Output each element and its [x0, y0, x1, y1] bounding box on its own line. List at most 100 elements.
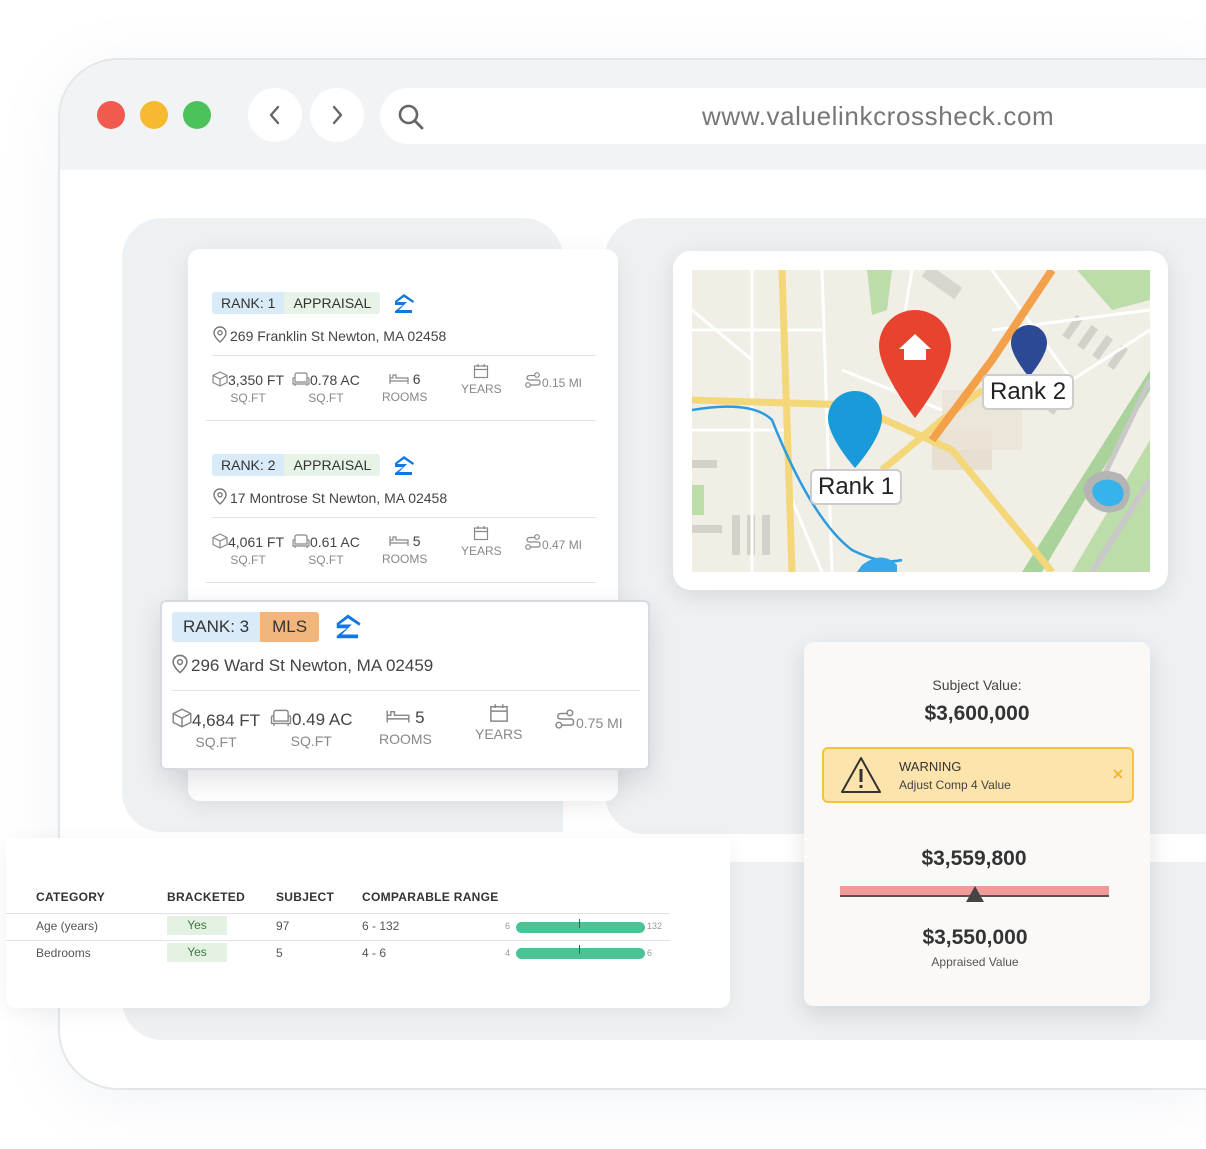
zillow-logo-icon — [395, 294, 414, 313]
comparable-listing[interactable]: RANK: 1 APPRAISAL 269 Franklin St Newton,… — [212, 292, 596, 420]
comparable-listing[interactable]: RANK: 2 APPRAISAL 17 Montrose St Newton, … — [212, 454, 596, 582]
rank-badge: RANK: 1 — [212, 292, 285, 314]
stat-rooms: 5 ROOMS — [379, 708, 432, 747]
calendar-icon — [489, 704, 508, 722]
rank-2-pin-icon[interactable] — [1010, 324, 1048, 378]
stat-rooms: 5 ROOMS — [382, 533, 428, 566]
zillow-logo-icon — [336, 614, 361, 639]
back-button[interactable] — [248, 88, 302, 142]
chevron-left-icon — [269, 105, 280, 125]
warning-alert: WARNING Adjust Comp 4 Value — [822, 747, 1134, 803]
rank-1-map-label: Rank 1 — [810, 469, 903, 505]
listing-address: 296 Ward St Newton, MA 02459 — [191, 656, 434, 675]
valuation-card: Subject Value: $3,600,000 WARNING Adjust… — [804, 642, 1150, 1006]
subject-home-pin-icon[interactable] — [877, 308, 953, 420]
range-min: 4 — [505, 948, 511, 958]
column-header-bracketed: BRACKETED — [167, 890, 246, 904]
calendar-icon — [474, 364, 489, 379]
subject-tick — [579, 945, 580, 954]
stat-sqft: 4,684 FT SQ.FT — [172, 708, 260, 750]
row-range: 4 - 6 — [362, 946, 387, 960]
source-badge: APPRAISAL — [284, 292, 381, 314]
warning-icon — [841, 757, 881, 793]
route-icon — [555, 709, 575, 729]
range-max: 132 — [647, 921, 663, 931]
warning-title: WARNING — [899, 759, 962, 774]
url-text: www.valuelinkcrossheck.com — [702, 101, 1055, 131]
listing-address: 17 Montrose St Newton, MA 02458 — [230, 490, 448, 506]
map-view[interactable]: Rank 1 Rank 2 — [692, 270, 1150, 572]
range-max: 6 — [647, 948, 653, 958]
row-subject: 97 — [276, 919, 290, 933]
sofa-icon — [270, 709, 292, 726]
close-window-button[interactable] — [97, 101, 125, 129]
route-icon — [525, 372, 541, 388]
stat-sqft: 4,061 FT SQ.FT — [212, 533, 284, 567]
divider — [6, 913, 670, 914]
bed-icon — [389, 374, 409, 384]
location-pin-icon — [172, 654, 188, 674]
subject-value: $3,600,000 — [924, 702, 1030, 725]
divider — [206, 420, 596, 421]
bed-icon — [389, 536, 409, 546]
sofa-icon — [292, 372, 310, 386]
range-bar — [516, 948, 645, 959]
comparable-listing-selected[interactable]: RANK: 3 MLS 296 Ward St Newton, MA 02459 … — [160, 600, 650, 770]
maximize-window-button[interactable] — [183, 101, 211, 129]
stat-years: YEARS — [461, 363, 502, 396]
calendar-icon — [474, 526, 489, 541]
subject-value-label: Subject Value: — [932, 677, 1022, 693]
row-category: Bedrooms — [36, 946, 91, 960]
cube-icon — [212, 533, 228, 549]
close-icon[interactable] — [1112, 768, 1124, 780]
stat-distance: 0.75 MI — [554, 708, 623, 731]
row-subject: 5 — [276, 946, 283, 960]
route-icon — [525, 534, 541, 550]
stat-years: YEARS — [475, 703, 522, 742]
search-icon — [398, 104, 424, 130]
cube-icon — [172, 708, 192, 728]
appraised-value: $3,550,000 — [922, 926, 1028, 949]
divider — [206, 582, 596, 583]
listing-address: 269 Franklin St Newton, MA 02458 — [230, 328, 447, 344]
location-pin-icon — [213, 326, 227, 343]
divider — [6, 940, 670, 941]
source-badge: APPRAISAL — [284, 454, 381, 476]
stat-acres: 0.78 AC SQ.FT — [292, 371, 360, 405]
minimize-window-button[interactable] — [140, 101, 168, 129]
chevron-right-icon — [332, 105, 343, 125]
divider — [212, 355, 596, 356]
column-header-range: COMPARABLE RANGE — [362, 890, 499, 904]
comparison-table: CATEGORY BRACKETED SUBJECT COMPARABLE RA… — [6, 838, 730, 1008]
row-category: Age (years) — [36, 919, 99, 933]
rank-badge: RANK: 2 — [212, 454, 285, 476]
rank-badge: RANK: 3 — [172, 612, 261, 642]
row-range: 6 - 132 — [362, 919, 400, 933]
bracketed-badge: Yes — [167, 916, 227, 935]
estimated-value: $3,559,800 — [921, 847, 1027, 870]
bracketed-badge: Yes — [167, 943, 227, 962]
warning-message: Adjust Comp 4 Value — [899, 778, 1011, 792]
stat-years: YEARS — [461, 525, 502, 558]
sofa-icon — [292, 534, 310, 548]
stat-rooms: 6 ROOMS — [382, 371, 428, 404]
forward-button[interactable] — [310, 88, 364, 142]
stat-sqft: 3,350 FT SQ.FT — [212, 371, 284, 405]
rank-1-pin-icon[interactable] — [827, 390, 883, 470]
address-bar[interactable]: www.valuelinkcrossheck.com — [380, 88, 1206, 144]
zillow-logo-icon — [395, 456, 414, 475]
range-bar — [516, 922, 645, 933]
divider — [212, 517, 596, 518]
browser-titlebar: www.valuelinkcrossheck.com — [60, 60, 1206, 170]
source-badge: MLS — [260, 612, 320, 642]
stat-acres: 0.49 AC SQ.FT — [270, 708, 353, 749]
location-pin-icon — [213, 488, 227, 505]
column-header-category: CATEGORY — [36, 890, 106, 904]
divider — [172, 690, 640, 691]
bed-icon — [386, 710, 410, 723]
value-marker-icon — [966, 886, 984, 902]
stat-acres: 0.61 AC SQ.FT — [292, 533, 360, 567]
subject-tick — [579, 919, 580, 928]
appraised-value-label: Appraised Value — [931, 955, 1019, 969]
cube-icon — [212, 371, 228, 387]
